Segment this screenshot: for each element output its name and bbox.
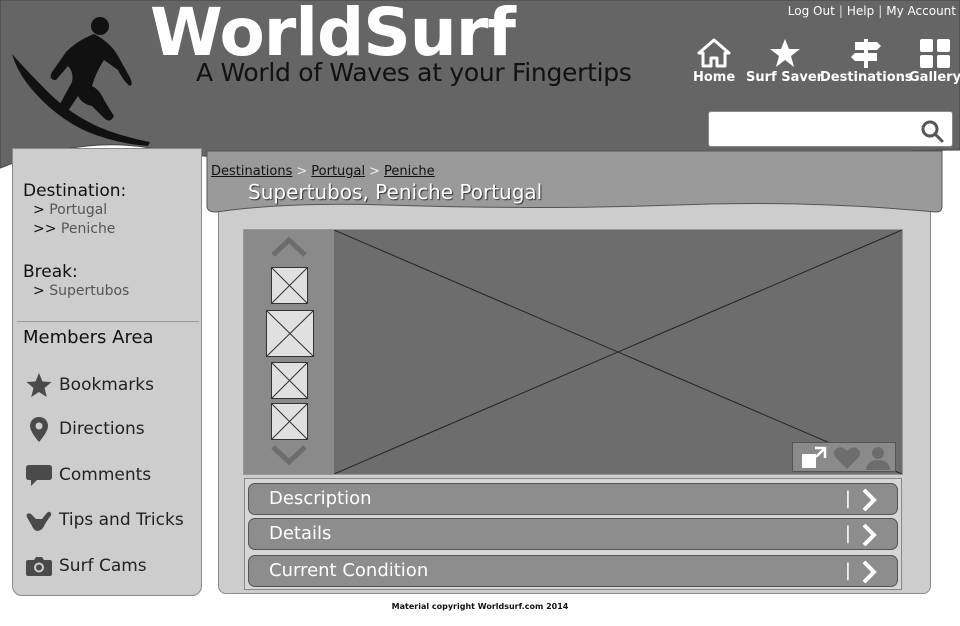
menu-surf-cams[interactable]: Surf Cams <box>25 552 147 580</box>
nav-surf-saver-label: Surf Saver <box>746 70 824 85</box>
logout-link[interactable]: Log Out <box>788 4 835 18</box>
breadcrumb: Destinations > Portugal > Peniche <box>211 164 435 179</box>
destination-item-peniche[interactable]: >> Peniche <box>33 220 126 239</box>
search-input[interactable] <box>717 113 917 145</box>
destination-section: Destination: > Portugal >> Peniche <box>23 181 126 239</box>
chevron-right-icon <box>862 523 877 547</box>
page-title: Supertubos, Peniche Portugal <box>248 180 543 204</box>
footer-copyright: Material copyright Worldsurf.com 2014 <box>391 602 569 611</box>
breadcrumb-destinations[interactable]: Destinations <box>211 164 292 179</box>
expand-icon[interactable] <box>801 446 827 470</box>
my-account-link[interactable]: My Account <box>886 4 956 18</box>
break-item-label: Supertubos <box>49 283 130 299</box>
link-separator: | <box>838 4 843 18</box>
signpost-icon <box>851 39 882 68</box>
menu-tips-label: Tips and Tricks <box>59 510 184 530</box>
help-link[interactable]: Help <box>847 4 874 18</box>
star-icon <box>26 373 52 397</box>
chevron-up-icon[interactable] <box>270 236 308 258</box>
camera-icon <box>26 557 52 576</box>
destination-item-label: Portugal <box>49 202 108 218</box>
accordion-current-condition[interactable]: Current Condition | <box>248 555 898 587</box>
main-nav: Home Surf Saver Destinations Gallery <box>690 38 960 90</box>
accordion-divider: | <box>844 488 851 509</box>
nav-home[interactable]: Home <box>693 38 735 85</box>
menu-tips-and-tricks[interactable]: Tips and Tricks <box>25 506 184 534</box>
accordion-divider: | <box>844 560 851 581</box>
surfer-logo <box>12 17 150 146</box>
accordion-details[interactable]: Details | <box>248 518 898 550</box>
accordion-label: Details <box>269 523 332 544</box>
accordion-label: Description <box>269 488 372 509</box>
menu-directions-label: Directions <box>59 419 145 439</box>
chevron-right-icon <box>862 560 877 584</box>
nav-surf-saver[interactable]: Surf Saver <box>746 38 823 85</box>
search-box <box>708 111 953 147</box>
menu-bookmarks[interactable]: Bookmarks <box>25 371 154 399</box>
menu-bookmarks-label: Bookmarks <box>59 375 154 395</box>
destination-heading: Destination: <box>23 181 127 201</box>
thumbnail-selected[interactable] <box>266 310 314 357</box>
menu-comments[interactable]: Comments <box>25 461 151 489</box>
menu-surf-cams-label: Surf Cams <box>59 556 147 576</box>
chevron-down-icon[interactable] <box>270 444 308 466</box>
account-links: Log Out | Help | My Account <box>788 4 956 18</box>
main-image-placeholder[interactable] <box>333 229 903 475</box>
accordion-divider: | <box>844 523 851 544</box>
break-section: Break: > Supertubos <box>23 262 129 301</box>
breadcrumb-separator: > <box>296 164 308 179</box>
menu-directions[interactable]: Directions <box>25 415 145 443</box>
home-icon <box>697 38 731 68</box>
breadcrumb-peniche[interactable]: Peniche <box>384 164 435 179</box>
nav-gallery[interactable]: Gallery <box>909 38 960 85</box>
menu-comments-label: Comments <box>59 465 152 485</box>
break-heading: Break: <box>23 262 78 282</box>
thumbnail[interactable] <box>271 362 308 399</box>
accordion-label: Current Condition <box>269 560 429 581</box>
grid-icon <box>920 39 951 68</box>
breadcrumb-separator: > <box>369 164 381 179</box>
tagline: A World of Waves at your Fingertips <box>196 58 632 87</box>
accordion-description[interactable]: Description | <box>248 483 898 515</box>
thumbnail[interactable] <box>271 403 308 440</box>
star-icon <box>769 39 800 67</box>
members-area-heading: Members Area <box>23 327 154 348</box>
image-action-bar <box>792 442 896 472</box>
shaka-hand-icon <box>26 511 52 531</box>
link-separator: | <box>878 4 883 18</box>
nav-gallery-label: Gallery <box>909 70 960 85</box>
speech-bubble-icon <box>26 465 52 486</box>
destination-item-label: Peniche <box>60 221 116 237</box>
heart-icon[interactable] <box>833 446 861 470</box>
destination-item-portugal[interactable]: > Portugal <box>33 201 126 220</box>
sidebar: Destination: > Portugal >> Peniche Break… <box>12 148 202 596</box>
sidebar-divider <box>17 321 199 322</box>
nav-home-label: Home <box>693 70 736 85</box>
map-pin-icon <box>30 417 48 442</box>
thumbnail[interactable] <box>271 267 308 304</box>
nav-destinations-label: Destinations <box>820 70 913 85</box>
person-icon[interactable] <box>865 446 891 470</box>
break-item-supertubos[interactable]: > Supertubos <box>33 282 129 301</box>
image-gallery <box>243 229 903 475</box>
info-accordion: Description | Details | Current Conditio… <box>244 478 902 590</box>
search-icon[interactable] <box>920 119 944 143</box>
breadcrumb-portugal[interactable]: Portugal <box>311 164 365 179</box>
thumbnail-strip <box>244 230 334 474</box>
nav-destinations[interactable]: Destinations <box>820 38 913 85</box>
chevron-right-icon <box>862 488 877 512</box>
